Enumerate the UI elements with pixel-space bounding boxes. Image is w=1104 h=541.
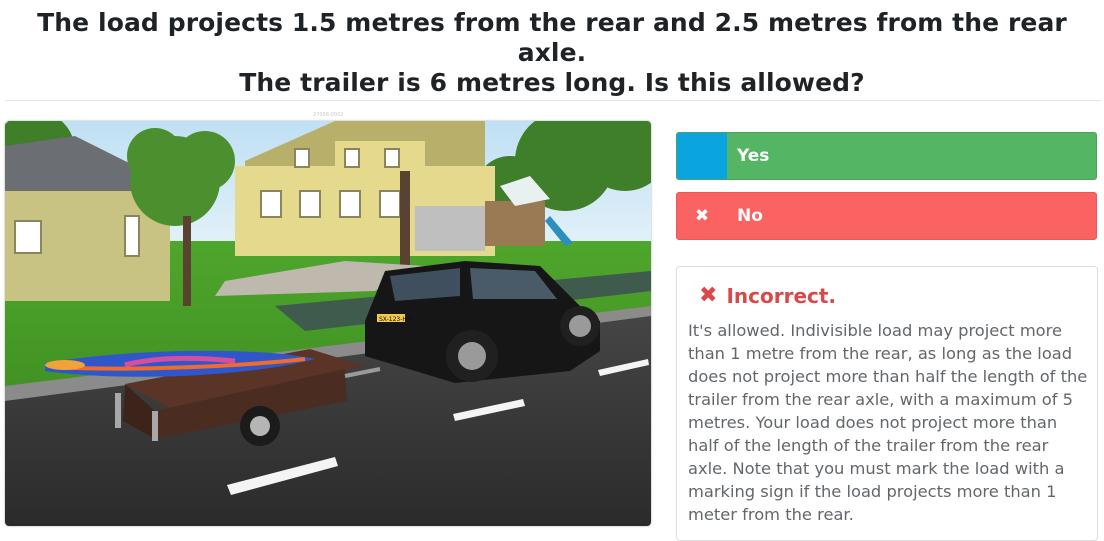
close-icon: ✖ bbox=[699, 283, 718, 308]
divider bbox=[5, 100, 1101, 101]
answer-no-label: No bbox=[737, 206, 763, 226]
feedback-status-text: Incorrect. bbox=[726, 283, 837, 308]
question-line-2: The trailer is 6 metres long. Is this al… bbox=[239, 68, 865, 97]
question-line-1: The load projects 1.5 metres from the re… bbox=[37, 8, 1067, 67]
question-image: SX-123-HB bbox=[5, 121, 651, 526]
close-icon: ✖ bbox=[694, 206, 710, 226]
answer-yes-label: Yes bbox=[737, 146, 770, 166]
correct-marker bbox=[677, 133, 727, 179]
feedback-status: ✖ Incorrect. bbox=[699, 283, 836, 308]
answer-yes-button[interactable]: Yes bbox=[676, 132, 1097, 180]
image-caption: 27006-0002 bbox=[313, 112, 344, 118]
answer-no-button[interactable]: ✖ No bbox=[676, 192, 1097, 240]
feedback-explanation: It's allowed. Indivisible load may proje… bbox=[688, 321, 1088, 524]
question-text: The load projects 1.5 metres from the re… bbox=[0, 8, 1104, 98]
license-plate: SX-123-HB bbox=[379, 316, 411, 323]
feedback-panel: ✖ Incorrect. It's allowed. Indivisible l… bbox=[676, 266, 1098, 541]
